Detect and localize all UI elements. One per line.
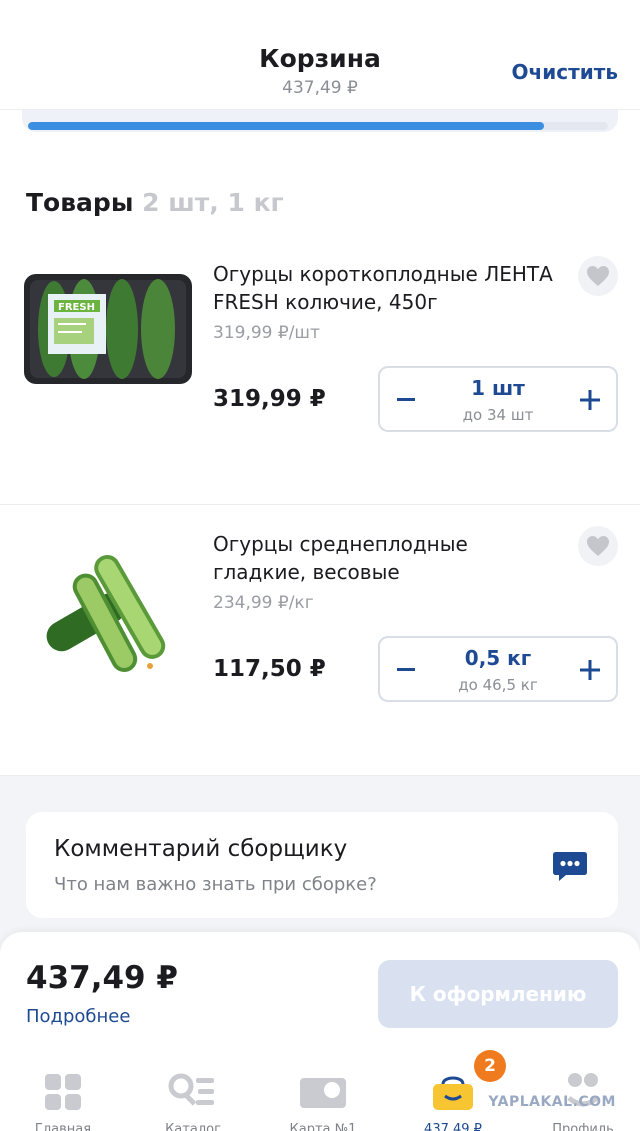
products-section: Товары 2 шт, 1 кг FRESH Огурцы короткопл… [0,148,640,776]
increase-quantity-button[interactable] [572,380,608,420]
products-heading: Товары 2 шт, 1 кг [26,188,284,217]
quantity-stepper: 1 шт до 34 шт [378,366,618,432]
home-grid-icon [45,1074,81,1110]
cart-item: FRESH Огурцы короткоплодные ЛЕНТА FRESH … [0,248,640,488]
top-bar: Корзина 437,49 ₽ Очистить [0,0,640,110]
watermark-text: YAPLAKAL.COM [488,1094,616,1110]
cart-item: Огурцы среднеплодные гладкие, весовые 23… [0,518,640,758]
item-price: 117,50 ₽ [213,656,326,682]
plus-icon [580,390,600,410]
favorite-button[interactable] [578,526,618,566]
basket-icon [433,1076,473,1110]
picker-comment-field[interactable]: Комментарий сборщику Что нам важно знать… [26,812,618,918]
heart-icon [587,536,609,556]
details-link[interactable]: Подробнее [26,1006,130,1027]
cart-count-badge: 2 [474,1050,506,1082]
brand-label-text: FRESH [58,302,95,313]
progress-card [22,110,618,132]
tab-label: Главная [34,1122,92,1131]
tab-label: Каталог [165,1122,221,1131]
item-name[interactable]: Огурцы короткоплодные ЛЕНТА FRESH колючи… [213,260,553,316]
progress-fill [28,122,545,130]
heart-icon [587,266,609,286]
divider [0,775,640,776]
checkout-button[interactable]: К оформлению [378,960,618,1028]
products-title: Товары [26,188,134,217]
progress-section [0,110,640,148]
catalog-search-icon [168,1073,214,1106]
item-unit-price: 234,99 ₽/кг [213,593,314,613]
tab-catalog[interactable]: Каталог [143,1072,243,1131]
cucumbers-loose-image[interactable] [24,544,194,672]
item-unit-price: 319,99 ₽/шт [213,323,320,343]
tab-loyalty-card[interactable]: Карта №1 [273,1072,373,1131]
tab-label: 437,49 ₽ [424,1122,482,1131]
comment-placeholder: Что нам важно знать при сборке? [54,874,377,895]
clear-cart-button[interactable]: Очистить [512,60,618,84]
item-price: 319,99 ₽ [213,386,326,412]
order-total: 437,49 ₽ [26,960,178,996]
tab-label: Карта №1 [289,1122,357,1131]
plus-icon [580,660,600,680]
item-name[interactable]: Огурцы среднеплодные гладкие, весовые [213,530,553,586]
cucumbers-pack-image[interactable]: FRESH [24,274,194,394]
progress-bar [28,122,608,130]
quantity-stepper: 0,5 кг до 46,5 кг [378,636,618,702]
chat-bubble-icon [553,852,587,881]
loyalty-card-icon [300,1078,346,1108]
increase-quantity-button[interactable] [572,650,608,690]
tab-label: Профиль [552,1122,614,1131]
favorite-button[interactable] [578,256,618,296]
products-summary: 2 шт, 1 кг [142,188,284,217]
divider [0,504,640,505]
tab-home[interactable]: Главная [13,1072,113,1131]
tab-bar: Главная Каталог Карта №1 437,49 ₽ Профил… [0,1052,640,1131]
comment-title: Комментарий сборщику [54,836,348,862]
